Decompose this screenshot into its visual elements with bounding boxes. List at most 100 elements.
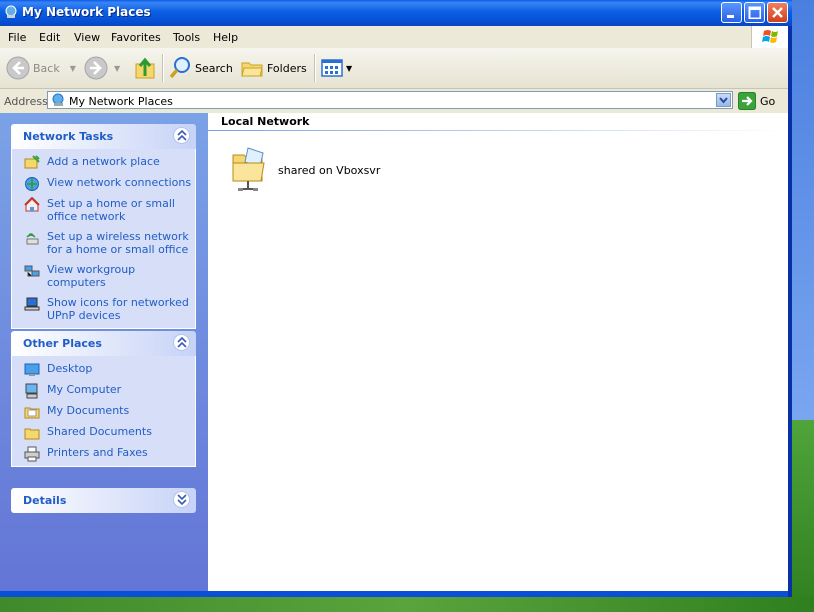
show-upnp-icons-label: Show icons for networked UPnP devices: [47, 296, 189, 322]
shared-documents-link[interactable]: Shared Documents: [12, 425, 195, 440]
network-tasks-panel: Network Tasks Add a network place View n…: [11, 124, 196, 329]
desktop-sky: [790, 0, 814, 420]
my-documents-icon: [24, 407, 40, 419]
back-label: Back: [33, 61, 60, 75]
address-label: Address: [4, 95, 48, 108]
title-bar[interactable]: My Network Places: [0, 0, 792, 26]
views-dropdown-icon[interactable]: ▼: [346, 64, 352, 73]
address-bar: Address My Network Places Go: [0, 89, 788, 114]
folders-icon: [241, 62, 263, 77]
view-network-connections-label: View network connections: [47, 176, 192, 189]
back-button[interactable]: Back ▼: [6, 54, 76, 82]
shared-documents-label: Shared Documents: [47, 425, 152, 438]
shared-documents-icon: [24, 428, 40, 440]
add-network-place-icon: [24, 155, 40, 169]
menu-favorites[interactable]: Favorites: [111, 31, 161, 44]
wireless-network-link[interactable]: Set up a wireless network for a home or …: [12, 230, 195, 256]
search-button[interactable]: Search: [168, 54, 233, 82]
address-dropdown-button[interactable]: [716, 93, 731, 107]
view-workgroup-computers-link[interactable]: View workgroup computers: [12, 263, 195, 289]
add-network-place-link[interactable]: Add a network place: [12, 155, 195, 169]
chevron-up-icon: [177, 337, 187, 348]
go-arrow-icon: [738, 92, 756, 110]
windows-logo-icon: [751, 26, 788, 48]
details-title: Details: [23, 494, 67, 507]
forward-dropdown-icon[interactable]: ▼: [114, 64, 120, 73]
my-documents-label: My Documents: [47, 404, 130, 417]
expand-details-button[interactable]: [173, 491, 190, 508]
chevron-down-icon: [177, 494, 187, 506]
desktop-bottom: [0, 596, 814, 612]
maximize-icon: [748, 6, 761, 19]
my-computer-link[interactable]: My Computer: [12, 383, 195, 399]
back-arrow-icon: [6, 56, 30, 80]
folders-button[interactable]: Folders: [240, 54, 307, 82]
network-places-icon: [5, 5, 17, 18]
back-dropdown-icon[interactable]: ▼: [70, 64, 76, 73]
show-upnp-icons-link[interactable]: Show icons for networked UPnP devices: [12, 296, 195, 322]
home-network-label: Set up a home or small office network: [47, 197, 175, 223]
menu-edit[interactable]: Edit: [39, 31, 60, 44]
view-network-connections-link[interactable]: View network connections: [12, 176, 195, 191]
other-places-title: Other Places: [23, 337, 102, 350]
other-places-panel: Other Places Desktop My Computer My Docu…: [11, 331, 196, 467]
toolbar-separator: [162, 54, 164, 82]
minimize-icon: [727, 15, 734, 18]
menu-bar: File Edit View Favorites Tools Help: [0, 26, 788, 49]
go-label: Go: [760, 94, 776, 108]
network-share-item[interactable]: shared on Vboxsvr: [230, 145, 380, 195]
window-title: My Network Places: [22, 5, 151, 19]
maximize-button[interactable]: [744, 2, 765, 23]
network-places-icon: [52, 93, 64, 106]
printer-icon: [24, 446, 40, 462]
task-pane: Network Tasks Add a network place View n…: [0, 113, 208, 591]
other-places-header[interactable]: Other Places: [11, 331, 196, 356]
go-button[interactable]: Go: [738, 92, 775, 110]
menu-help[interactable]: Help: [213, 31, 238, 44]
view-workgroup-computers-label: View workgroup computers: [47, 263, 136, 289]
desktop-grass: [790, 420, 814, 612]
close-button[interactable]: [767, 2, 788, 23]
chevron-up-icon: [177, 130, 187, 141]
upnp-icon: [24, 297, 40, 311]
printers-and-faxes-label: Printers and Faxes: [47, 446, 148, 459]
views-icon: [321, 59, 343, 77]
menu-file[interactable]: File: [8, 31, 26, 44]
collapse-other-places-button[interactable]: [173, 334, 190, 351]
home-network-link[interactable]: Set up a home or small office network: [12, 197, 195, 223]
explorer-window: My Network Places File Edit View Favorit…: [0, 0, 792, 597]
printers-and-faxes-link[interactable]: Printers and Faxes: [12, 446, 195, 462]
search-icon: [169, 57, 190, 79]
menu-view[interactable]: View: [74, 31, 100, 44]
my-documents-link[interactable]: My Documents: [12, 404, 195, 419]
forward-arrow-icon: [84, 56, 108, 80]
network-connections-icon: [25, 177, 39, 191]
workgroup-icon: [24, 265, 40, 277]
content-pane: Local Network shared on Vboxsvr: [208, 113, 788, 591]
home-network-icon: [24, 197, 40, 212]
details-panel: Details: [11, 488, 196, 513]
views-button[interactable]: ▼: [320, 54, 352, 82]
network-tasks-title: Network Tasks: [23, 130, 114, 143]
address-value: My Network Places: [69, 95, 173, 108]
add-network-place-label: Add a network place: [47, 155, 160, 168]
my-computer-label: My Computer: [47, 383, 122, 396]
close-icon: [772, 7, 783, 18]
group-header-local-network: Local Network: [221, 115, 310, 128]
address-input[interactable]: My Network Places: [47, 91, 733, 109]
details-header[interactable]: Details: [11, 488, 196, 513]
wireless-network-icon: [26, 233, 39, 245]
menu-tools[interactable]: Tools: [173, 31, 200, 44]
desktop-link[interactable]: Desktop: [12, 362, 195, 376]
up-folder-button[interactable]: [134, 54, 156, 82]
network-share-label: shared on Vboxsvr: [278, 163, 381, 177]
forward-button[interactable]: ▼: [84, 54, 120, 82]
wireless-network-label: Set up a wireless network for a home or …: [47, 230, 189, 256]
minimize-button[interactable]: [721, 2, 742, 23]
network-share-folder-icon: [232, 147, 265, 191]
network-tasks-header[interactable]: Network Tasks: [11, 124, 196, 149]
my-computer-icon: [25, 383, 38, 399]
desktop-label: Desktop: [47, 362, 93, 375]
collapse-network-tasks-button[interactable]: [173, 127, 190, 144]
group-divider: [208, 130, 788, 131]
